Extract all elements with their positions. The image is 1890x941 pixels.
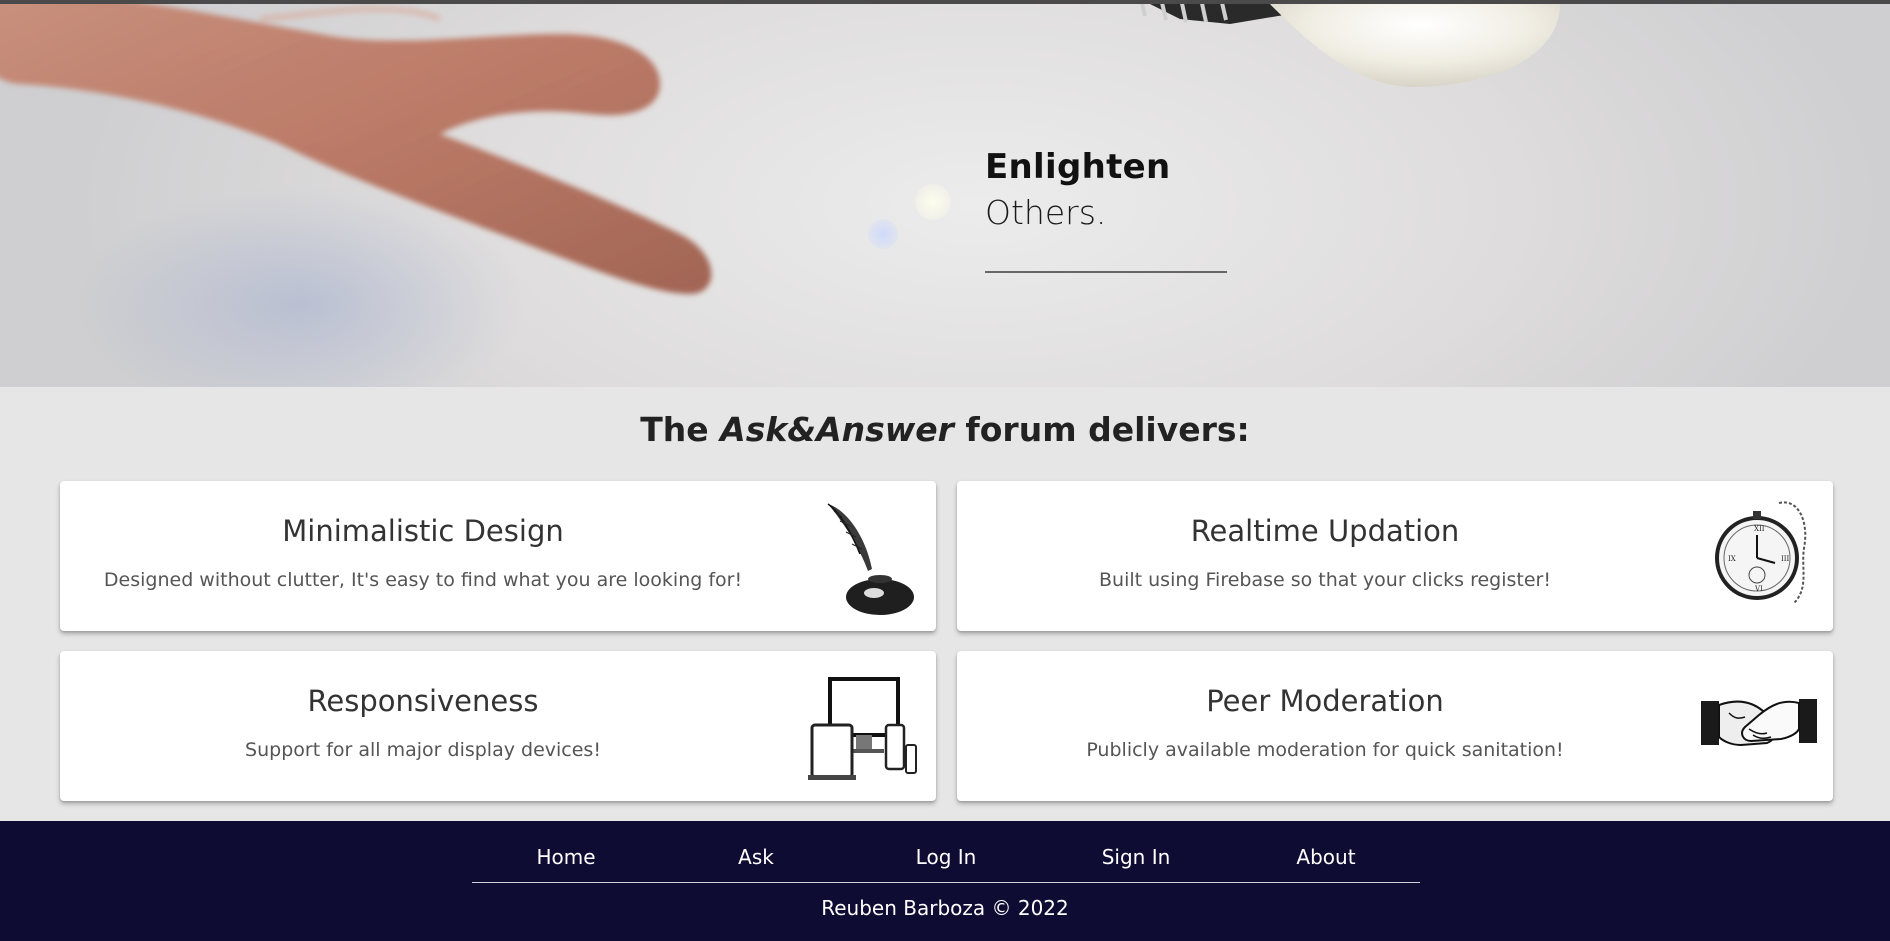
lightbulb-illustration <box>1140 4 1560 88</box>
footer-link-ask[interactable]: Ask <box>738 845 774 869</box>
feature-card-responsiveness: Responsiveness Support for all major dis… <box>60 651 936 801</box>
features-heading: The Ask&Answer forum delivers: <box>0 410 1890 449</box>
devices-icon <box>808 677 917 780</box>
footer-link-home[interactable]: Home <box>536 845 595 869</box>
feature-card-title: Minimalistic Design <box>282 514 564 548</box>
pocket-watch-icon: XII III VI IX <box>1715 501 1807 604</box>
footer-divider <box>472 882 1420 883</box>
feature-card-description: Built using Firebase so that your clicks… <box>1099 569 1551 591</box>
feature-card-title: Peer Moderation <box>1206 684 1444 718</box>
feature-card-realtime-updation: Realtime Updation Built using Firebase s… <box>957 481 1833 631</box>
hero-subheading: Others. <box>985 193 1107 232</box>
lens-flare <box>868 219 898 249</box>
feature-card-minimalistic-design: Minimalistic Design Designed without clu… <box>60 481 936 631</box>
feature-card-title: Realtime Updation <box>1190 514 1460 548</box>
hand-illustration <box>0 4 712 294</box>
hero-banner: Enlighten Others. <box>0 4 1890 387</box>
feature-card-title: Responsiveness <box>307 684 539 718</box>
lens-flare <box>915 184 951 220</box>
footer-copyright: Reuben Barboza © 2022 <box>821 896 1069 920</box>
svg-text:VI: VI <box>1754 585 1763 593</box>
hero-divider <box>985 271 1227 273</box>
svg-text:XII: XII <box>1754 525 1765 533</box>
quill-inkwell-icon <box>827 503 914 615</box>
features-heading-prefix: The <box>640 410 709 449</box>
site-footer: Home Ask Log In Sign In About Reuben Bar… <box>0 821 1890 941</box>
feature-card-description: Publicly available moderation for quick … <box>1086 739 1564 761</box>
hero-tagline: Enlighten Others. <box>985 144 1227 236</box>
feature-card-description: Support for all major display devices! <box>245 739 601 761</box>
footer-nav: Home Ask Log In Sign In About <box>472 845 1420 881</box>
footer-link-sign-in[interactable]: Sign In <box>1102 845 1171 869</box>
svg-text:III: III <box>1781 555 1790 563</box>
footer-link-about[interactable]: About <box>1296 845 1355 869</box>
brand-name: Ask&Answer <box>720 410 954 449</box>
footer-link-log-in[interactable]: Log In <box>916 845 977 869</box>
feature-card-description: Designed without clutter, It's easy to f… <box>103 569 743 591</box>
features-heading-suffix: forum delivers: <box>965 410 1250 449</box>
handshake-icon <box>1701 699 1817 747</box>
svg-text:IX: IX <box>1728 555 1736 563</box>
feature-card-peer-moderation: Peer Moderation Publicly available moder… <box>957 651 1833 801</box>
hero-heading: Enlighten <box>985 147 1171 187</box>
